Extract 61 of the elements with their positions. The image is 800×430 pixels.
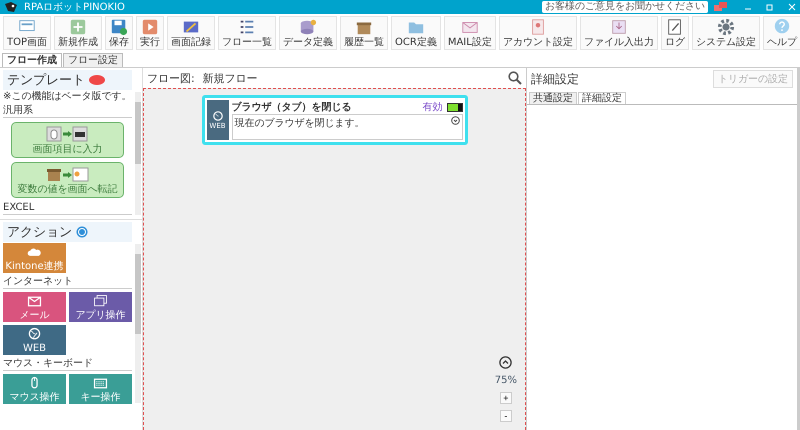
mouse-to-keyboard-drawing (46, 125, 90, 143)
toolbar-button[interactable]: 新規作成 (54, 16, 102, 50)
node-status: 有効 (422, 100, 442, 114)
section-title: アクション (7, 224, 72, 241)
toolbar-button[interactable]: ヘルプ (762, 16, 800, 50)
plus-icon (69, 18, 88, 36)
toolbar-button[interactable]: 保存 (105, 16, 134, 50)
toolbar-button[interactable]: フロー一覧 (218, 16, 276, 50)
download-tray-icon (610, 18, 628, 36)
toolbar-button[interactable]: システム設定 (692, 16, 760, 50)
play-icon (141, 18, 160, 36)
notebook-pen-icon (666, 18, 684, 36)
category-heading: インターネット (3, 276, 132, 289)
flow-name: 新規フロー (202, 70, 258, 86)
window-title: RPAロボットPINOKIO (24, 1, 126, 14)
new-badge-icon (89, 75, 105, 85)
template-card[interactable]: 変数の値を画面へ転記 (11, 162, 124, 198)
enable-toggle[interactable] (446, 102, 462, 112)
list-icon (238, 18, 256, 36)
logo-icon (4, 1, 18, 13)
toolbar-button[interactable]: 実行 (136, 16, 164, 50)
zoom-level: 75% (494, 375, 517, 386)
toolbar-button[interactable]: TOP画面 (3, 16, 52, 50)
gear-icon (716, 18, 735, 36)
action-tile[interactable]: メール (3, 292, 66, 322)
template-card[interactable]: 画面項目に入力 (11, 122, 124, 158)
toolbar-button[interactable]: OCR定義 (391, 16, 441, 50)
category-heading: EXCEL (3, 202, 132, 215)
restore-icon[interactable] (766, 3, 774, 11)
toolbar-button[interactable]: 履歴一覧 (340, 16, 388, 50)
toolbar-button[interactable]: データ定義 (279, 16, 338, 50)
action-tile[interactable]: アプリ操作 (69, 292, 132, 322)
section-title: テンプレート (7, 72, 85, 89)
toolbar-button[interactable]: 画面記録 (167, 16, 216, 50)
toolbar-button[interactable]: ファイル入出力 (580, 16, 658, 50)
feedback-link[interactable]: お客様のご意見をお聞かせください (542, 1, 708, 13)
node-description: 現在のブラウザを閉じます。 (234, 116, 366, 130)
tab[interactable]: フロー設定 (63, 53, 123, 67)
database-gear-icon (299, 18, 318, 36)
chevron-up-icon[interactable] (499, 356, 512, 369)
category-heading: 汎用系 (3, 105, 132, 118)
toolbar-button[interactable]: ログ (660, 16, 689, 50)
scrollbar[interactable] (135, 92, 141, 215)
toolbar-button[interactable]: MAIL設定 (444, 16, 496, 50)
tab[interactable]: 詳細設定 (578, 92, 626, 104)
tab[interactable]: 共通設定 (529, 92, 577, 104)
panel-title: 詳細設定 (531, 70, 579, 88)
toolbar-button[interactable]: アカウント設定 (498, 16, 577, 50)
close-icon[interactable] (788, 3, 796, 11)
search-icon[interactable] (508, 71, 522, 85)
scrollbar[interactable] (135, 244, 141, 403)
zoom-out-button[interactable]: - (500, 410, 512, 422)
chevron-down-icon[interactable] (450, 116, 460, 125)
beta-note: ※この機能はベータ版です。 (3, 91, 132, 102)
action-tile[interactable]: WEB (3, 325, 66, 355)
category-heading: マウス・キーボード (3, 358, 132, 371)
tab[interactable]: フロー作成 (2, 53, 62, 67)
box-to-screen-drawing (46, 165, 90, 183)
canvas-title: フロー図: (147, 70, 195, 86)
zoom-in-button[interactable]: + (500, 392, 512, 404)
node-title: ブラウザ（タブ）を閉じる (232, 100, 352, 114)
